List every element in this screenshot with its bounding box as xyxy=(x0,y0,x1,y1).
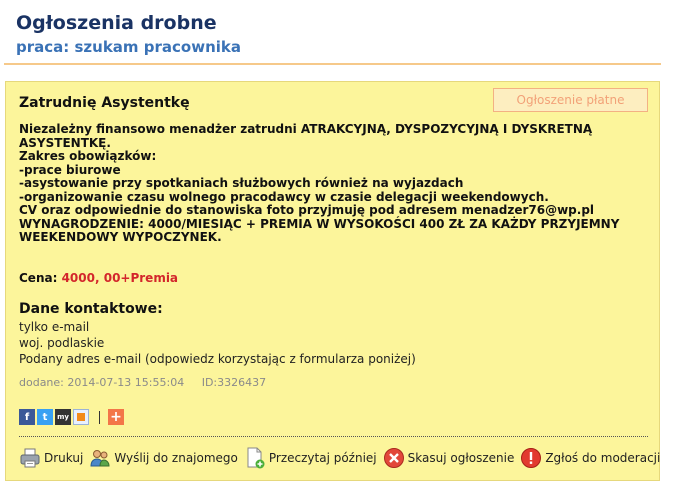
contact-line: Podany adres e-mail (odpowiedz korzystaj… xyxy=(19,352,416,366)
ad-actions: Drukuj Wyślij do znajomego Przeczytaj pó… xyxy=(19,446,666,470)
ad-card: Zatrudnię Asystentkę Ogłoszenie płatne N… xyxy=(5,81,660,481)
contact-details: tylko e-mail woj. podlaskie Podany adres… xyxy=(19,319,416,367)
contact-line: tylko e-mail xyxy=(19,320,90,334)
delete-icon xyxy=(383,448,404,468)
category-subtitle[interactable]: praca: szukam pracownika xyxy=(16,36,241,58)
description-line: CV oraz odpowiednie do stanowiska foto p… xyxy=(19,203,595,217)
description-line: Zakres obowiązków: xyxy=(19,149,157,163)
delete-ad-button[interactable]: Skasuj ogłoszenie xyxy=(383,447,515,469)
print-button[interactable]: Drukuj xyxy=(19,447,83,469)
description-line: WYNAGRODZENIE: 4000/MIESIĄC + PREMIA W W… xyxy=(19,216,620,231)
header-divider xyxy=(4,63,661,65)
users-icon xyxy=(90,450,110,467)
warning-icon xyxy=(521,448,542,468)
ad-meta: dodane: 2014-07-13 15:55:04 ID:3326437 xyxy=(19,376,266,389)
description-line: -prace biurowe xyxy=(19,162,121,177)
price: Cena: 4000, 00+Premia xyxy=(19,271,178,285)
send-label: Wyślij do znajomego xyxy=(114,451,238,465)
read-later-button[interactable]: Przeczytaj później xyxy=(244,447,377,469)
added-date: dodane: 2014-07-13 15:55:04 xyxy=(19,376,185,389)
print-label: Drukuj xyxy=(44,451,84,465)
price-label: Cena: xyxy=(19,271,58,285)
contact-line: woj. podlaskie xyxy=(19,336,105,350)
delete-label: Skasuj ogłoszenie xyxy=(407,451,515,465)
send-to-friend-button[interactable]: Wyślij do znajomego xyxy=(89,447,238,469)
twitter-icon[interactable]: t xyxy=(37,409,53,425)
myspace-icon[interactable]: my xyxy=(55,409,71,425)
page-title: Ogłoszenia drobne xyxy=(16,12,217,34)
report-button[interactable]: Zgłoś do moderacji xyxy=(520,447,660,469)
wykop-icon[interactable] xyxy=(73,409,89,425)
description-line: ASYSTENTKĘ. xyxy=(19,135,111,150)
document-add-icon xyxy=(247,447,265,469)
description-line: -asystowanie przy spotkaniach służbowych… xyxy=(19,176,464,190)
ad-description: Niezależny finansowo menadżer zatrudni A… xyxy=(19,122,649,245)
read-later-label: Przeczytaj później xyxy=(268,451,377,465)
paid-ad-badge: Ogłoszenie płatne xyxy=(493,88,648,112)
social-share: f t my + xyxy=(19,409,126,425)
printer-icon xyxy=(20,448,40,468)
description-line: Niezależny finansowo menadżer zatrudni A… xyxy=(19,122,593,136)
more-share-icon[interactable]: + xyxy=(108,409,124,425)
price-value: 4000, 00+Premia xyxy=(61,271,179,285)
contact-heading: Dane kontaktowe: xyxy=(19,301,163,317)
ad-title: Zatrudnię Asystentkę xyxy=(19,95,190,111)
social-separator xyxy=(99,410,100,424)
report-label: Zgłoś do moderacji xyxy=(545,451,661,465)
actions-divider xyxy=(19,436,648,437)
description-line: WEEKENDOWY WYPOCZYNEK. xyxy=(19,230,222,244)
page-header: Ogłoszenia drobne praca: szukam pracowni… xyxy=(16,11,241,58)
facebook-icon[interactable]: f xyxy=(19,409,35,425)
description-line: -organizowanie czasu wolnego pracodawcy … xyxy=(19,189,549,204)
ad-id: ID:3326437 xyxy=(201,376,267,389)
